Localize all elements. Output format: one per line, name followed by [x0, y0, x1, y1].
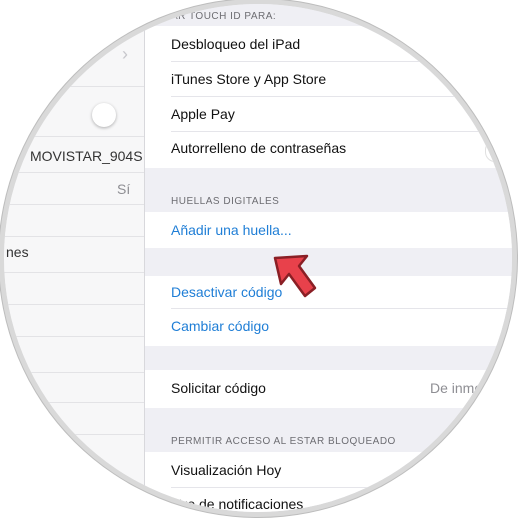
add-fingerprint-button[interactable]: Añadir una huella... — [171, 222, 292, 238]
row-separator — [171, 96, 512, 97]
sidebar-divider — [4, 236, 144, 237]
zoom-circle-view: › MOVISTAR_904S Sí nes o AR TOUCH ID PAR… — [0, 0, 520, 520]
section-header-touch-id: AR TOUCH ID PARA: — [171, 11, 277, 22]
fingerprints-group: Añadir una huella... — [145, 212, 512, 248]
sidebar-divider — [4, 304, 144, 305]
locked-access-group: Visualización Hoy ntro de notificaciones — [145, 452, 512, 512]
row-separator — [171, 308, 512, 309]
touch-id-item-autofill[interactable]: Autorrelleno de contraseñas — [171, 140, 346, 156]
passcode-group: Desactivar código Cambiar código — [145, 276, 512, 346]
row-separator — [171, 131, 512, 132]
require-passcode-label[interactable]: Solicitar código — [171, 380, 266, 396]
sidebar-divider — [4, 86, 144, 87]
require-passcode-value[interactable]: De inme — [430, 380, 482, 396]
touch-id-item-itunes[interactable]: iTunes Store y App Store — [171, 71, 326, 87]
row-separator — [171, 61, 512, 62]
settings-sidebar: › MOVISTAR_904S Sí nes o — [4, 4, 144, 512]
locked-item-notification-center[interactable]: ntro de notificaciones — [171, 496, 303, 512]
wifi-network-name[interactable]: MOVISTAR_904S — [30, 148, 143, 164]
red-arrow-icon — [273, 254, 317, 298]
require-passcode-group: Solicitar código De inme — [145, 370, 512, 408]
sidebar-divider — [4, 372, 144, 373]
magnified-screen: › MOVISTAR_904S Sí nes o AR TOUCH ID PAR… — [4, 4, 512, 512]
sidebar-divider — [4, 204, 144, 205]
sidebar-divider — [4, 402, 144, 403]
disable-passcode-button[interactable]: Desactivar código — [171, 284, 282, 300]
locked-item-today-view[interactable]: Visualización Hoy — [171, 462, 281, 478]
touch-id-settings-pane: AR TOUCH ID PARA: Desbloqueo del iPad iT… — [145, 4, 512, 512]
touch-id-item-apple-pay[interactable]: Apple Pay — [171, 106, 235, 122]
sidebar-divider — [4, 136, 144, 137]
section-header-fingerprints: HUELLAS DIGITALES — [171, 196, 280, 207]
chevron-right-icon[interactable]: › — [122, 44, 128, 65]
sidebar-divider — [4, 272, 144, 273]
section-header-locked-access: PERMITIR ACCESO AL ESTAR BLOQUEADO — [171, 436, 396, 447]
sidebar-item-partial[interactable]: nes — [6, 244, 29, 260]
autofill-toggle[interactable] — [485, 140, 512, 162]
row-separator — [171, 487, 512, 488]
sidebar-divider — [4, 172, 144, 173]
sidebar-divider — [4, 434, 144, 435]
touch-id-item-ipad-unlock[interactable]: Desbloqueo del iPad — [171, 36, 300, 52]
change-passcode-button[interactable]: Cambiar código — [171, 318, 269, 334]
touch-id-group: Desbloqueo del iPad iTunes Store y App S… — [145, 26, 512, 168]
sidebar-toggle[interactable] — [92, 103, 116, 127]
bluetooth-value[interactable]: Sí — [117, 181, 130, 197]
sidebar-divider — [4, 336, 144, 337]
sidebar-item-partial[interactable]: o — [12, 348, 20, 364]
